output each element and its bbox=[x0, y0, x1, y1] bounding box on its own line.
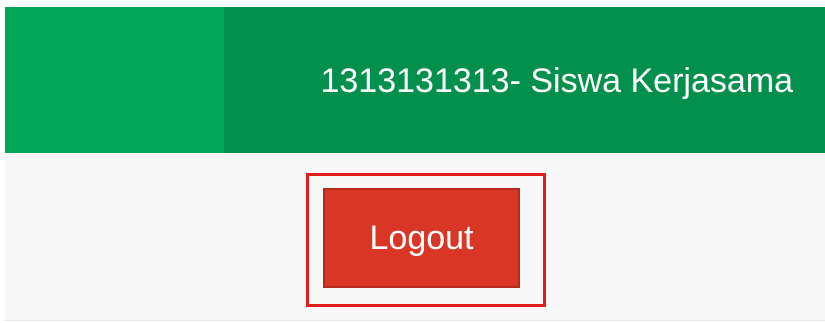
user-menu-footer: Logout bbox=[5, 153, 825, 321]
header-logo-area bbox=[5, 7, 224, 153]
user-title[interactable]: 1313131313- Siswa Kerjasama bbox=[320, 62, 793, 101]
top-header: 1313131313- Siswa Kerjasama bbox=[5, 7, 825, 153]
header-user-area: 1313131313- Siswa Kerjasama bbox=[224, 7, 825, 153]
logout-button[interactable]: Logout bbox=[323, 188, 520, 288]
